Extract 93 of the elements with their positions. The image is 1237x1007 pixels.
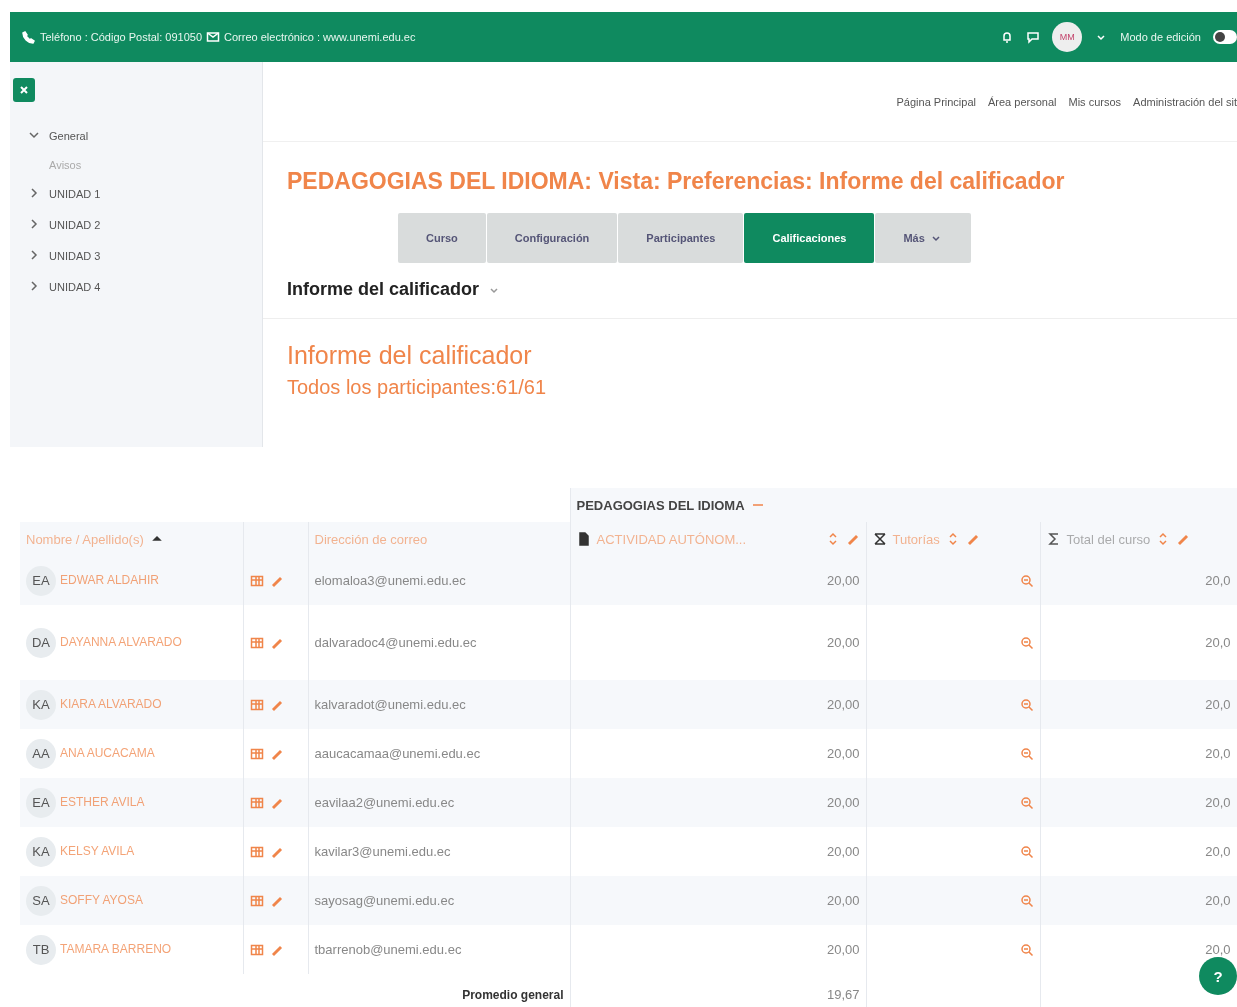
nav-link[interactable]: Área personal <box>988 95 1057 108</box>
table-icon <box>249 697 264 712</box>
close-icon <box>20 86 28 94</box>
zoom-in-icon <box>1019 795 1034 810</box>
email-cell: tbarrenob@unemi.edu.ec <box>314 942 462 957</box>
zoom-in-icon <box>1019 746 1034 761</box>
student-name[interactable]: EDWAR ALDAHIR <box>60 572 159 587</box>
phone-icon <box>22 30 36 44</box>
user-avatar[interactable]: MM <box>1052 22 1083 52</box>
nav-link[interactable]: Mis cursos <box>1068 95 1122 108</box>
category-header: PEDAGOGIAS DEL IDIOMA <box>576 497 745 513</box>
course-tab[interactable]: Más <box>875 213 971 263</box>
table-icon <box>249 942 264 957</box>
grade-cell: 20,0 <box>1205 573 1231 588</box>
student-name[interactable]: DAYANNA ALVARADO <box>60 634 182 649</box>
pencil-icon <box>845 532 860 546</box>
mail-icon <box>206 30 221 44</box>
document-icon <box>576 532 591 546</box>
grade-cell: 20,0 <box>1205 697 1231 712</box>
email-cell: aaucacamaa@unemi.edu.ec <box>314 746 481 761</box>
user-initials: KA <box>26 689 56 720</box>
zoom-in-icon <box>1019 635 1034 650</box>
email-cell: kalvaradot@unemi.edu.ec <box>314 697 466 712</box>
user-initials: AA <box>26 738 56 769</box>
activity-link[interactable]: Avisos <box>27 159 262 171</box>
grade-cell[interactable]: 20,00 <box>827 573 860 588</box>
table-icon <box>249 844 264 859</box>
sigma-icon <box>1046 532 1061 546</box>
contact-text: Teléfono : Código Postal: 091050 <box>40 31 203 43</box>
grade-cell[interactable]: 20,00 <box>827 746 860 761</box>
section-link[interactable]: UNIDAD 2 <box>49 219 101 231</box>
email-cell: dalvaradoc4@unemi.edu.ec <box>314 635 477 650</box>
grade-cell[interactable]: 20,00 <box>827 635 860 650</box>
course-tab[interactable]: Curso <box>398 213 486 263</box>
grade-cell[interactable]: 20,00 <box>827 697 860 712</box>
nav-link[interactable]: Página Principal <box>896 95 976 108</box>
course-tab[interactable]: Configuración <box>486 213 618 263</box>
section-link[interactable]: UNIDAD 4 <box>49 281 101 293</box>
zoom-in-icon <box>1019 893 1034 908</box>
user-initials: KA <box>26 836 56 867</box>
report-selector[interactable]: Informe del calificador <box>287 279 502 300</box>
report-heading: Informe del calificador <box>287 341 533 370</box>
student-name[interactable]: TAMARA BARRENO <box>60 941 172 956</box>
zoom-in-icon <box>1019 844 1034 859</box>
zoom-in-icon <box>1019 573 1034 588</box>
email-cell: kavilar3@unemi.edu.ec <box>314 844 451 859</box>
email-cell: elomaloa3@unemi.edu.ec <box>314 573 466 588</box>
grade-cell: 20,0 <box>1205 844 1231 859</box>
participants-count: Todos los participantes:61/61 <box>287 376 548 399</box>
grade-cell: 20,0 <box>1205 635 1231 650</box>
pencil-icon <box>965 532 980 546</box>
user-initials: TB <box>26 934 56 965</box>
user-initials: DA <box>26 627 56 658</box>
section-link[interactable]: UNIDAD 3 <box>49 250 101 262</box>
course-tab[interactable]: Participantes <box>618 213 744 263</box>
average-label: Promedio general <box>462 987 564 1002</box>
grade-cell: 20,0 <box>1205 942 1231 957</box>
section-link[interactable]: UNIDAD 1 <box>49 188 101 200</box>
pencil-icon <box>1176 532 1191 546</box>
student-name[interactable]: SOFFY AYOSA <box>60 892 143 907</box>
student-name[interactable]: KIARA ALVARADO <box>60 696 162 711</box>
user-initials: SA <box>26 885 56 916</box>
page-title: PEDAGOGIAS DEL IDIOMA: Vista: Preferencias: Informe del calificador <box>287 168 1066 195</box>
average-cell: 19,67 <box>827 986 860 1002</box>
grade-cell: 20,0 <box>1205 893 1231 908</box>
student-name[interactable]: KELSY AVILA <box>60 843 135 858</box>
student-name[interactable]: ANA AUCACAMA <box>60 745 155 760</box>
table-icon <box>249 573 264 588</box>
nav-link[interactable]: Administración del sit <box>1133 95 1237 108</box>
grade-cell[interactable]: 20,00 <box>827 942 860 957</box>
table-icon <box>249 893 264 908</box>
table-icon <box>249 795 264 810</box>
email-cell: eavilaa2@unemi.edu.ec <box>314 795 455 810</box>
zoom-in-icon <box>1019 697 1034 712</box>
student-name[interactable]: ESTHER AVILA <box>60 794 145 809</box>
user-initials: EA <box>26 565 56 596</box>
contact-text: Correo electrónico : www.unemi.edu.ec <box>224 31 416 43</box>
chat-icon <box>1026 30 1041 44</box>
edit-mode-toggle[interactable] <box>1213 30 1237 44</box>
table-icon <box>249 746 264 761</box>
grade-cell: 20,0 <box>1205 746 1231 761</box>
email-cell: sayosag@unemi.edu.ec <box>314 893 455 908</box>
grade-cell[interactable]: 20,00 <box>827 893 860 908</box>
close-drawer-button[interactable] <box>13 78 35 102</box>
zoom-in-icon <box>1019 942 1034 957</box>
grade-cell[interactable]: 20,00 <box>827 795 860 810</box>
edit-mode-label: Modo de edición <box>1120 31 1201 43</box>
course-tab[interactable]: Calificaciones <box>744 213 875 263</box>
grade-cell: 20,0 <box>1205 795 1231 810</box>
user-initials: EA <box>26 787 56 818</box>
section-link[interactable]: General <box>49 130 89 142</box>
grade-cell[interactable]: 20,00 <box>827 844 860 859</box>
table-icon <box>249 635 264 650</box>
